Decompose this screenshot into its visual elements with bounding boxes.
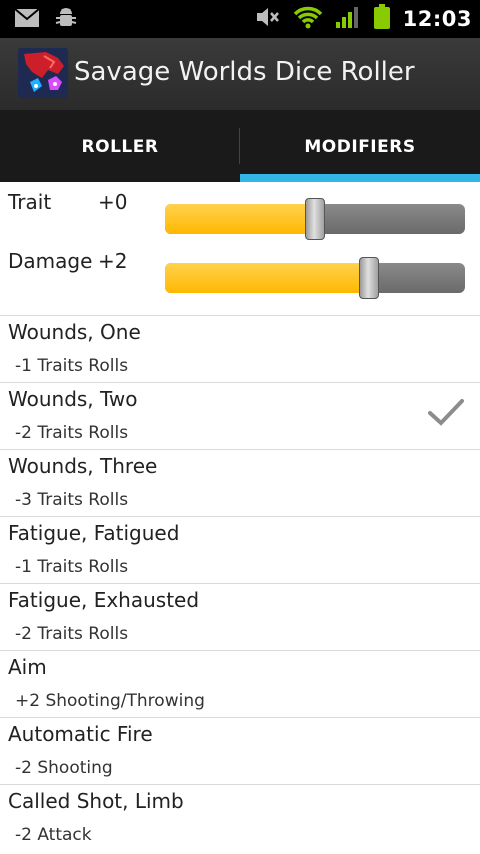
list-item[interactable]: Wounds, One -1 Traits Rolls — [0, 315, 480, 382]
item-subtitle: -2 Traits Rolls — [15, 423, 129, 443]
damage-label: Damage — [8, 249, 93, 273]
damage-slider-row: Damage +2 — [0, 241, 480, 299]
app-logo-icon — [18, 48, 68, 98]
item-title: Automatic Fire — [8, 722, 153, 746]
item-title: Wounds, Two — [8, 387, 138, 411]
clock: 12:03 — [402, 7, 472, 31]
tab-divider — [239, 128, 240, 164]
mail-icon — [14, 8, 40, 32]
list-item[interactable]: Called Shot, Limb -2 Attack — [0, 784, 480, 851]
list-item[interactable]: Wounds, Two -2 Traits Rolls — [0, 382, 480, 449]
app-bar: Savage Worlds Dice Roller — [0, 38, 480, 112]
list-item[interactable]: Fatigue, Exhausted -2 Traits Rolls — [0, 583, 480, 650]
damage-slider-thumb[interactable] — [359, 257, 379, 299]
item-title: Called Shot, Limb — [8, 789, 184, 813]
item-subtitle: -1 Traits Rolls — [15, 356, 129, 376]
tab-modifiers[interactable]: MODIFIERS — [240, 112, 480, 182]
tab-roller-label: ROLLER — [81, 137, 159, 157]
trait-slider-row: Trait +0 — [0, 182, 480, 240]
damage-value: +2 — [98, 249, 128, 273]
item-subtitle: -2 Traits Rolls — [15, 624, 129, 644]
list-item[interactable]: Fatigue, Fatigued -1 Traits Rolls — [0, 516, 480, 583]
wifi-icon — [293, 5, 323, 33]
tab-modifiers-label: MODIFIERS — [304, 137, 416, 157]
damage-slider-fill — [165, 263, 369, 293]
item-title: Fatigue, Exhausted — [8, 588, 200, 612]
modifier-list: Wounds, One -1 Traits Rolls Wounds, Two … — [0, 315, 480, 851]
item-subtitle: -3 Traits Rolls — [15, 490, 129, 510]
trait-value: +0 — [98, 190, 128, 214]
android-debug-icon — [54, 6, 78, 34]
item-title: Wounds, Three — [8, 454, 158, 478]
selected-tab-indicator — [240, 174, 480, 182]
tab-bar: ROLLER MODIFIERS — [0, 112, 480, 182]
status-bar: 12:03 — [0, 0, 480, 38]
app-title: Savage Worlds Dice Roller — [74, 57, 415, 87]
list-item[interactable]: Wounds, Three -3 Traits Rolls — [0, 449, 480, 516]
item-title: Fatigue, Fatigued — [8, 521, 180, 545]
checkmark-icon[interactable] — [426, 393, 466, 437]
list-item[interactable]: Aim +2 Shooting/Throwing — [0, 650, 480, 717]
mute-icon — [255, 5, 281, 33]
list-item[interactable]: Automatic Fire -2 Shooting — [0, 717, 480, 784]
trait-slider-thumb[interactable] — [305, 198, 325, 240]
trait-slider-fill — [165, 204, 315, 234]
item-title: Wounds, One — [8, 320, 141, 344]
item-title: Aim — [8, 655, 47, 679]
tab-roller[interactable]: ROLLER — [0, 112, 240, 182]
battery-icon — [373, 4, 391, 34]
item-subtitle: -2 Shooting — [15, 758, 113, 778]
item-subtitle: +2 Shooting/Throwing — [15, 691, 205, 711]
item-subtitle: -2 Attack — [15, 825, 92, 845]
trait-label: Trait — [8, 190, 52, 214]
signal-icon — [335, 5, 361, 33]
damage-slider[interactable] — [165, 263, 465, 293]
slider-panel: Trait +0 Damage +2 — [0, 182, 480, 315]
item-subtitle: -1 Traits Rolls — [15, 557, 129, 577]
